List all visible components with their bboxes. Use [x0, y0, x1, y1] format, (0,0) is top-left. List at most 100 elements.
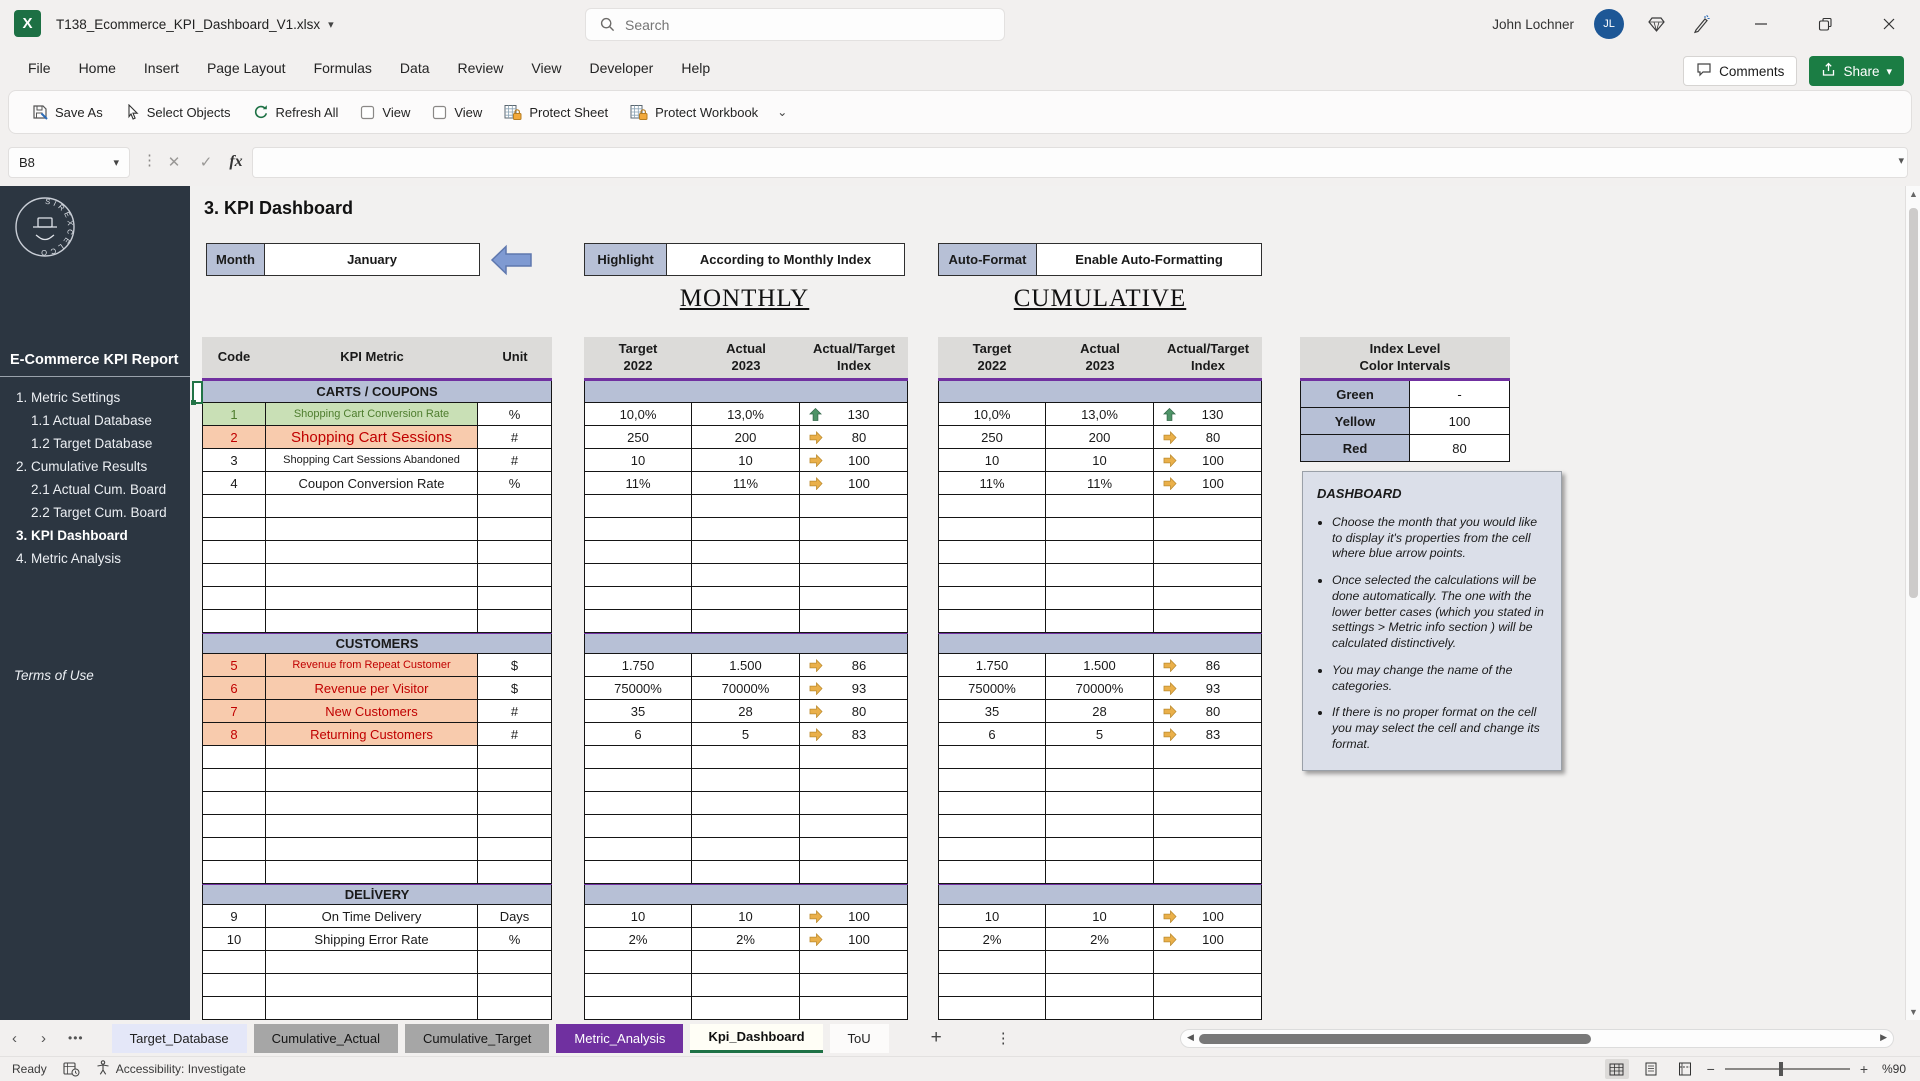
empty-cell[interactable] — [1154, 951, 1262, 974]
target-cell[interactable]: 6 — [584, 723, 692, 746]
index-cell[interactable]: 86 — [800, 654, 908, 677]
toolbar-protect-sheet-button[interactable]: Protect Sheet — [493, 96, 619, 128]
empty-cell[interactable] — [938, 746, 1046, 769]
actual-cell[interactable]: 13,0% — [1046, 403, 1154, 426]
index-cell[interactable]: 80 — [1154, 700, 1262, 723]
actual-cell[interactable]: 11% — [1046, 472, 1154, 495]
sheet-tab-tou[interactable]: ToU — [830, 1024, 889, 1053]
empty-cell[interactable] — [692, 541, 800, 564]
empty-cell[interactable] — [1154, 792, 1262, 815]
empty-cell[interactable] — [202, 951, 266, 974]
empty-cell[interactable] — [584, 564, 692, 587]
zoom-slider-thumb[interactable] — [1779, 1062, 1783, 1076]
empty-cell[interactable] — [692, 997, 800, 1020]
menu-item-home[interactable]: Home — [65, 48, 130, 88]
empty-cell[interactable] — [938, 838, 1046, 861]
formula-bar-expand-chevron-icon[interactable]: ▾ — [1898, 154, 1904, 167]
empty-cell[interactable] — [478, 951, 552, 974]
index-cell[interactable]: 93 — [800, 677, 908, 700]
index-cell[interactable]: 130 — [1154, 403, 1262, 426]
target-cell[interactable]: 35 — [938, 700, 1046, 723]
scroll-left-icon[interactable]: ◀ — [1187, 1032, 1194, 1043]
formula-input[interactable] — [252, 147, 1908, 178]
sheet-tab-cumulative-target[interactable]: Cumulative_Target — [405, 1024, 549, 1053]
menu-item-formulas[interactable]: Formulas — [300, 48, 386, 88]
actual-cell[interactable]: 2% — [1046, 928, 1154, 951]
excel-app-icon[interactable]: X — [14, 10, 41, 37]
target-cell[interactable]: 250 — [938, 426, 1046, 449]
scroll-right-icon[interactable]: ▶ — [1880, 1032, 1887, 1043]
target-cell[interactable]: 1.750 — [584, 654, 692, 677]
target-cell[interactable]: 11% — [584, 472, 692, 495]
scroll-down-icon[interactable]: ▼ — [1906, 1007, 1920, 1017]
index-cell[interactable]: 100 — [800, 905, 908, 928]
empty-cell[interactable] — [1154, 518, 1262, 541]
legend-value-cell[interactable]: 100 — [1410, 408, 1510, 435]
horizontal-scroll-thumb[interactable] — [1199, 1034, 1591, 1044]
toolbar-select-objects-button[interactable]: Select Objects — [114, 96, 242, 128]
metric-cell[interactable]: Shipping Error Rate — [266, 928, 478, 951]
empty-cell[interactable] — [202, 792, 266, 815]
section-row-carts-coupons[interactable] — [938, 381, 1262, 403]
empty-cell[interactable] — [800, 564, 908, 587]
empty-cell[interactable] — [202, 610, 266, 633]
target-cell[interactable]: 11% — [938, 472, 1046, 495]
unit-cell[interactable]: $ — [478, 654, 552, 677]
comments-button[interactable]: Comments — [1683, 56, 1797, 86]
sidebar-item-2-cumulative-results[interactable]: 2. Cumulative Results — [0, 455, 190, 478]
empty-cell[interactable] — [202, 769, 266, 792]
empty-cell[interactable] — [202, 541, 266, 564]
legend-label-cell[interactable]: Yellow — [1300, 408, 1410, 435]
empty-cell[interactable] — [202, 518, 266, 541]
empty-cell[interactable] — [692, 518, 800, 541]
empty-cell[interactable] — [1154, 815, 1262, 838]
empty-cell[interactable] — [584, 792, 692, 815]
empty-cell[interactable] — [800, 541, 908, 564]
code-cell[interactable]: 5 — [202, 654, 266, 677]
section-header-cell[interactable] — [938, 381, 1262, 403]
empty-cell[interactable] — [1046, 746, 1154, 769]
target-cell[interactable]: 2% — [938, 928, 1046, 951]
empty-cell[interactable] — [1046, 792, 1154, 815]
actual-cell[interactable]: 70000% — [692, 677, 800, 700]
empty-cell[interactable] — [938, 974, 1046, 997]
empty-cell[interactable] — [692, 564, 800, 587]
unit-cell[interactable]: % — [478, 403, 552, 426]
sidebar-item-2-2-target-cum-board[interactable]: 2.2 Target Cum. Board — [0, 501, 190, 524]
index-cell[interactable]: 93 — [1154, 677, 1262, 700]
section-row-deli-very[interactable]: DELİVERY — [202, 883, 552, 905]
user-avatar[interactable]: JL — [1594, 9, 1624, 39]
sidebar-item-1-metric-settings[interactable]: 1. Metric Settings — [0, 386, 190, 409]
empty-cell[interactable] — [692, 861, 800, 884]
metric-cell[interactable]: Shopping Cart Sessions — [266, 426, 478, 449]
sidebar-item-1-2-target-database[interactable]: 1.2 Target Database — [0, 432, 190, 455]
index-cell[interactable]: 100 — [1154, 449, 1262, 472]
empty-cell[interactable] — [1154, 587, 1262, 610]
unit-cell[interactable]: # — [478, 723, 552, 746]
normal-view-button[interactable] — [1605, 1059, 1629, 1079]
target-cell[interactable]: 10,0% — [938, 403, 1046, 426]
empty-cell[interactable] — [1154, 541, 1262, 564]
unit-cell[interactable]: Days — [478, 905, 552, 928]
empty-cell[interactable] — [1046, 815, 1154, 838]
target-cell[interactable]: 10 — [584, 449, 692, 472]
empty-cell[interactable] — [584, 974, 692, 997]
unit-cell[interactable]: # — [478, 426, 552, 449]
empty-cell[interactable] — [692, 838, 800, 861]
empty-cell[interactable] — [478, 997, 552, 1020]
index-cell[interactable]: 83 — [800, 723, 908, 746]
target-cell[interactable]: 75000% — [584, 677, 692, 700]
sidebar-item-terms-of-use[interactable]: Terms of Use — [14, 668, 94, 683]
empty-cell[interactable] — [584, 815, 692, 838]
empty-cell[interactable] — [584, 587, 692, 610]
next-sheet-icon[interactable]: › — [29, 1030, 58, 1047]
empty-cell[interactable] — [266, 861, 478, 884]
target-cell[interactable]: 250 — [584, 426, 692, 449]
empty-cell[interactable] — [266, 610, 478, 633]
metric-cell[interactable]: Revenue per Visitor — [266, 677, 478, 700]
empty-cell[interactable] — [938, 541, 1046, 564]
zoom-out-button[interactable]: − — [1707, 1061, 1715, 1077]
accessibility-status[interactable]: Accessibility: Investigate — [116, 1062, 246, 1076]
index-cell[interactable]: 100 — [800, 472, 908, 495]
toolbar-view-button[interactable]: View — [421, 96, 493, 128]
